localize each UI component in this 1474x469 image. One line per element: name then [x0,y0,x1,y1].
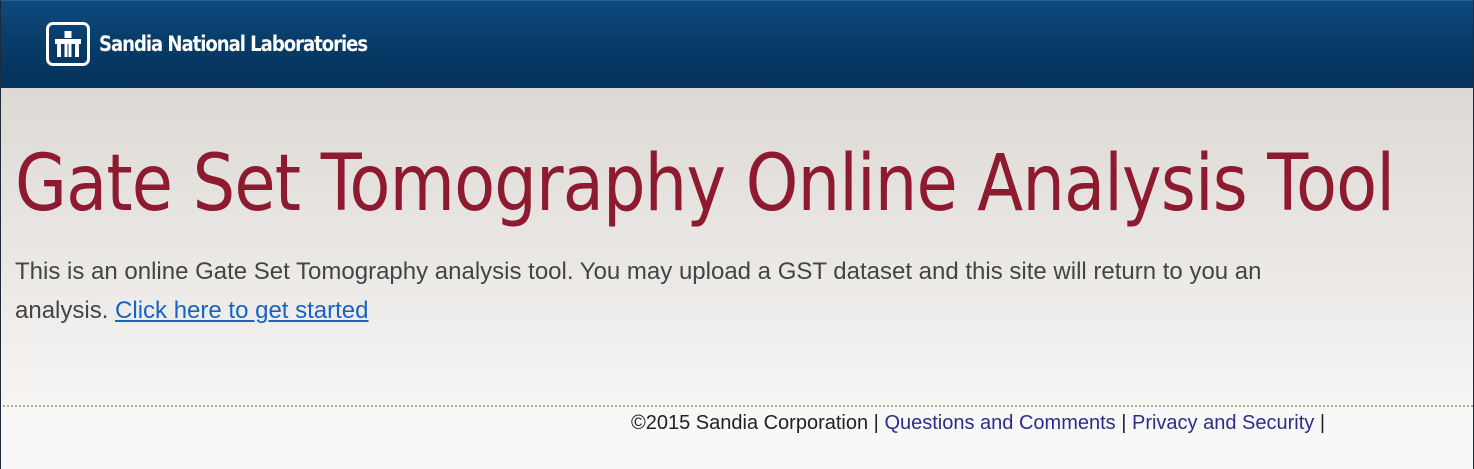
sandia-thunderbird-icon [46,22,90,66]
privacy-security-link[interactable]: Privacy and Security [1132,412,1314,434]
site-header: Sandia National Laboratories [1,0,1473,88]
sandia-logo[interactable]: Sandia National Laboratories [46,21,411,67]
page-title: Gate Set Tomography Online Analysis Tool [15,139,1395,229]
page: Sandia National Laboratories Gate Set To… [0,0,1474,469]
footer-separator: | [1314,412,1326,434]
footer-separator: | [868,412,885,434]
questions-comments-link[interactable]: Questions and Comments [884,412,1115,434]
footer-line: ©2015 Sandia Corporation | Questions and… [631,411,1325,435]
get-started-link[interactable]: Click here to get started [115,297,368,324]
intro-paragraph: This is an online Gate Set Tomography an… [15,252,1295,330]
logo-wordmark: Sandia National Laboratories [99,31,368,56]
main-content: Gate Set Tomography Online Analysis Tool… [1,88,1473,406]
copyright-text: ©2015 Sandia Corporation [631,412,869,434]
footer-separator: | [1115,412,1132,434]
site-footer: ©2015 Sandia Corporation | Questions and… [1,407,1473,469]
